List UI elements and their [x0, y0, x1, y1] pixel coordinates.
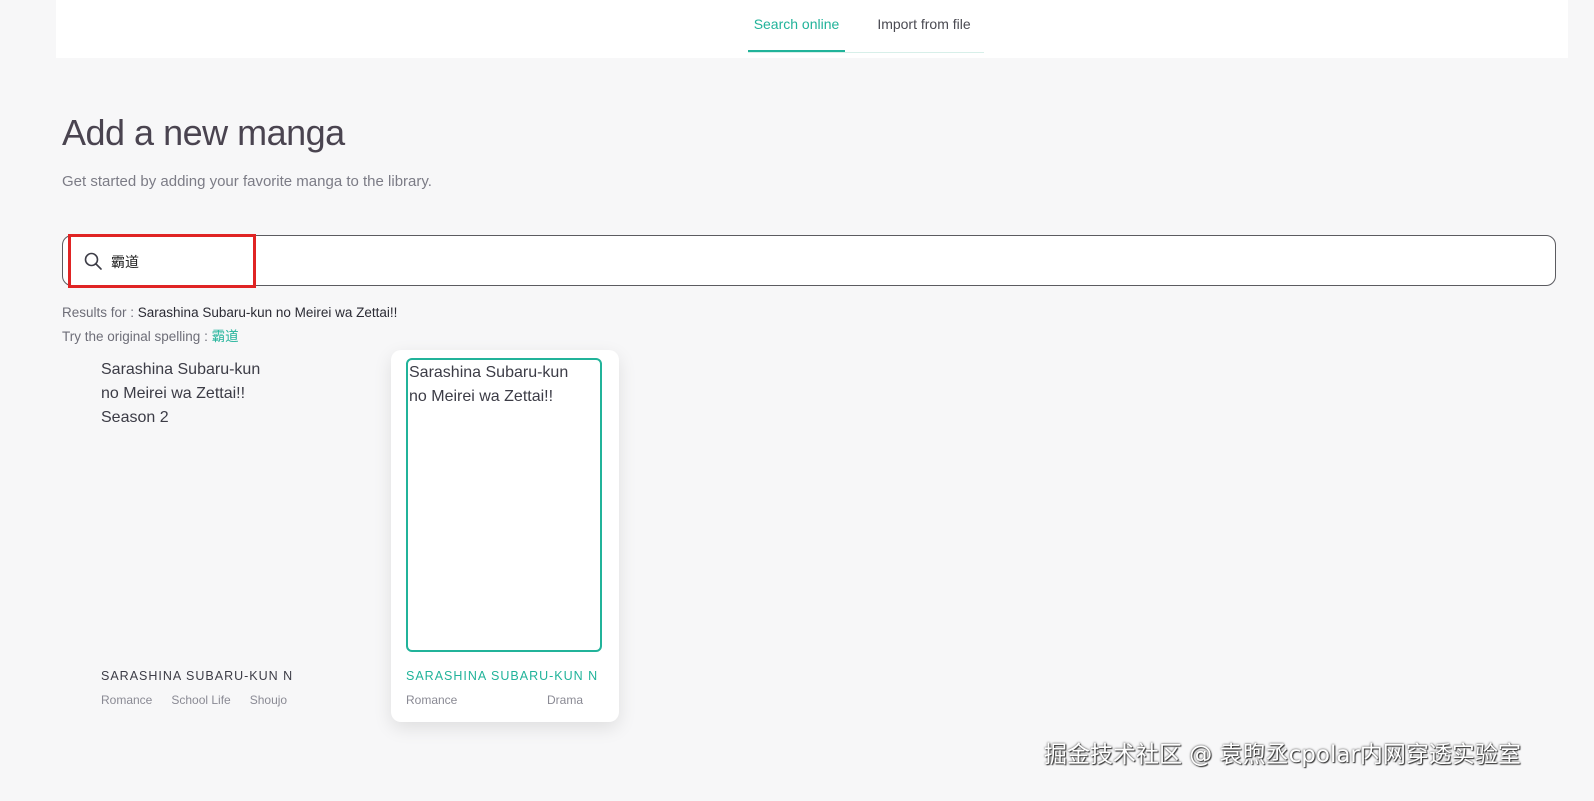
- results-prefix: Results for :: [62, 305, 138, 320]
- manga-cover-image[interactable]: Sarashina Subaru-kun no Meirei wa Zettai…: [101, 358, 297, 652]
- annotation-highlight-box: [68, 234, 256, 288]
- page-subtitle: Get started by adding your favorite mang…: [62, 173, 432, 190]
- genre-tag: Drama: [546, 693, 583, 707]
- page-title: Add a new manga: [62, 112, 345, 153]
- genre-tag: Romance: [406, 693, 458, 707]
- tab-bar: Search online Import from file: [748, 0, 984, 53]
- cover-alt-text: Sarashina Subaru-kun: [101, 361, 261, 378]
- watermark: 掘金技术社区 @ 袁煦丞cpolar内网穿透实验室: [1044, 742, 1521, 768]
- results-query: Sarashina Subaru-kun no Meirei wa Zettai…: [137, 305, 398, 320]
- manga-title[interactable]: SARASHINA SUBARU-KUN N: [101, 669, 292, 683]
- tab-import-from-file[interactable]: Import from file: [864, 0, 984, 50]
- cover-alt-text: no Meirei wa Zettai!!: [409, 388, 554, 405]
- cover-alt-text: Season 2: [101, 409, 169, 426]
- try-original-spelling: Try the original spelling : 霸道: [62, 325, 239, 345]
- search-input[interactable]: [109, 248, 1533, 276]
- original-spelling-link[interactable]: 霸道: [212, 329, 239, 345]
- manga-title[interactable]: SARASHINA SUBARU-KUN N: [406, 669, 597, 683]
- results-for: Results for : Sarashina Subaru-kun no Me…: [62, 305, 397, 320]
- genre-tag: Shoujo: [249, 693, 288, 707]
- genre-tag: School Life: [171, 693, 231, 707]
- top-bar: Search online Import from file: [56, 0, 1568, 58]
- search-box[interactable]: [62, 235, 1556, 286]
- manga-cover-image[interactable]: Sarashina Subaru-kun no Meirei wa Zettai…: [406, 358, 602, 652]
- manga-card[interactable]: Sarashina Subaru-kun no Meirei wa Zettai…: [86, 350, 314, 722]
- tab-search-online[interactable]: Search online: [748, 0, 845, 52]
- try-prefix: Try the original spelling :: [62, 329, 212, 344]
- genre-tags: Romance Drama: [406, 693, 602, 707]
- genre-tags: Romance School Life Shoujo: [101, 693, 313, 707]
- genre-tag: Romance: [101, 693, 153, 707]
- manga-card-hovered[interactable]: Sarashina Subaru-kun no Meirei wa Zettai…: [391, 350, 619, 722]
- cover-alt-text: no Meirei wa Zettai!!: [101, 385, 246, 402]
- cover-alt-text: Sarashina Subaru-kun: [409, 364, 569, 381]
